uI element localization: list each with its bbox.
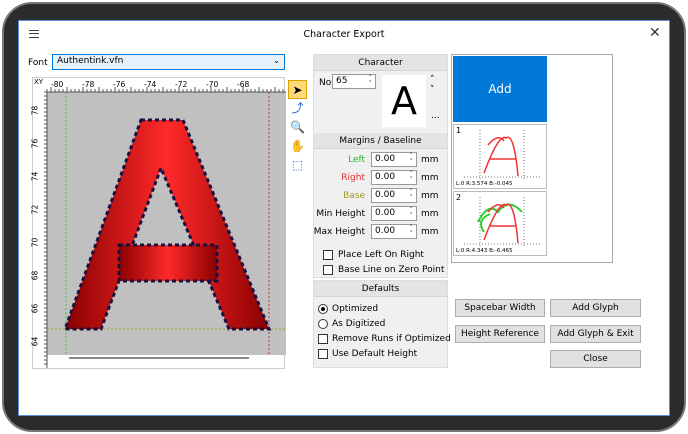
design-canvas[interactable]: XY -80 -78 -76 -74 -72 -70 -68 78 76 74 72 70 68 66 64 [30, 77, 286, 369]
font-value: Authentink.vfn [57, 56, 124, 66]
radio-label: Optimized [332, 304, 379, 314]
font-select[interactable]: Authentink.vfn ⌄ [52, 54, 285, 70]
base-input[interactable]: 0.00 ˄ ˅ [371, 188, 417, 203]
radio-item[interactable]: As Digitized [318, 319, 385, 329]
zoom-icon[interactable]: 🔍 [288, 118, 307, 137]
unit-label: mm [421, 155, 439, 165]
field-value: 0.00 [375, 226, 396, 236]
glyph-metrics: L:0 R:4.343 B:-6.465 [456, 248, 513, 254]
height-reference-button[interactable]: Height Reference [455, 325, 545, 343]
char-preview: A [382, 75, 426, 127]
window-title: Character Export [303, 29, 385, 40]
character-header: Character [314, 55, 447, 71]
glyph-thumbnail[interactable]: 2 L:0 R:4.343 B:-6.465 [453, 191, 547, 256]
min-height-label: Min Height [316, 209, 365, 219]
glyph-thumbnail[interactable]: 1 L:0 R:3.574 B:-0.045 [453, 124, 547, 189]
unit-label: mm [421, 209, 439, 219]
checkbox-label: Use Default Height [332, 349, 418, 359]
ruler-y-label: 76 [30, 138, 40, 149]
ruler-y-label: 70 [30, 237, 40, 248]
field-value: 0.00 [375, 154, 396, 164]
ruler-y-label: 64 [30, 336, 40, 347]
node-edit-icon[interactable]: ⤴ [288, 99, 307, 118]
char-no-input[interactable]: 65 ˄ ˅ [332, 74, 376, 89]
pointer-icon[interactable]: ➤ [288, 80, 307, 99]
char-up-down[interactable]: ˄ ˅ [430, 75, 435, 95]
radio-label: As Digitized [332, 319, 386, 329]
radio[interactable] [318, 304, 328, 314]
checkbox[interactable] [318, 349, 328, 359]
char-no-value: 65 [336, 76, 348, 86]
radio[interactable] [318, 319, 328, 329]
field-value: 0.00 [375, 190, 396, 200]
ruler-x-label: -70 [206, 80, 219, 89]
max-height-label: Max Height [313, 227, 365, 237]
checkbox[interactable] [323, 250, 333, 260]
canvas-svg [44, 87, 286, 368]
unit-label: mm [421, 173, 439, 183]
right-input[interactable]: 0.00 ˄ ˅ [371, 170, 417, 185]
checkbox-item[interactable]: Remove Runs if Optimized [318, 334, 451, 344]
ruler-y-label: 66 [30, 303, 40, 314]
checkbox[interactable] [323, 265, 333, 275]
char-no-label: No [319, 78, 332, 88]
checkbox-label: Place Left On Right [338, 250, 424, 260]
ruler-y-label: 78 [30, 105, 40, 116]
pan-hand-icon[interactable]: ✋ [288, 137, 307, 156]
tool-column: ➤ ⤴ 🔍 ✋ ⬚ [288, 80, 307, 175]
horizontal-scrollbar[interactable] [69, 357, 249, 359]
base-label: Base [343, 191, 365, 201]
field-value: 0.00 [375, 172, 396, 182]
unit-label: mm [421, 227, 439, 237]
add-glyph-tile[interactable]: Add [453, 56, 547, 122]
chevron-down-icon: ⌄ [273, 56, 280, 65]
defaults-header: Defaults [314, 281, 447, 297]
ruler-y-label: 72 [30, 204, 40, 215]
select-region-icon[interactable]: ⬚ [288, 156, 307, 175]
add-glyph-exit-button[interactable]: Add Glyph & Exit [550, 325, 641, 343]
add-glyph-button[interactable]: Add Glyph [550, 299, 641, 317]
checkbox-label: Remove Runs if Optimized [332, 334, 451, 344]
defaults-panel: Defaults Optimized As Digitized Remove Run… [313, 280, 451, 368]
margins-header: Margins / Baseline [314, 133, 447, 149]
ruler-x-label: -76 [113, 80, 126, 89]
ruler-y-label: 74 [30, 171, 40, 182]
unit-label: mm [421, 191, 439, 201]
min-height-input[interactable]: 0.00 ˄ ˅ [371, 206, 417, 221]
checkbox-label: Base Line on Zero Point [338, 265, 445, 275]
ruler-x-label: -74 [144, 80, 157, 89]
ruler-y-label: 68 [30, 270, 40, 281]
checkbox-item[interactable]: Place Left On Right [323, 250, 424, 260]
add-tile-label: Add [488, 82, 512, 96]
ruler-x-label: -72 [175, 80, 188, 89]
checkbox-item[interactable]: Base Line on Zero Point [323, 265, 444, 275]
left-input[interactable]: 0.00 ˄ ˅ [371, 152, 417, 167]
max-height-input[interactable]: 0.00 ˄ ˅ [371, 224, 417, 239]
ruler-corner: XY [34, 78, 44, 86]
spacebar-width-button[interactable]: Spacebar Width [455, 299, 545, 317]
checkbox-item[interactable]: Use Default Height [318, 349, 417, 359]
left-label: Left [348, 155, 365, 165]
character-panel: Character No 65 ˄ ˅ A ˄ ˅ ... Margins / Bas… [313, 54, 448, 278]
field-value: 0.00 [375, 208, 396, 218]
glyph-list[interactable]: Add 1 L:0 R:3.574 B:-0.045 2 L:0 R:4.343… [451, 54, 613, 263]
font-label: Font [28, 58, 48, 68]
glyph-metrics: L:0 R:3.574 B:-0.045 [456, 181, 513, 187]
ruler-x-label: -80 [51, 80, 64, 89]
title-bar: Character Export ✕ [19, 21, 669, 47]
close-icon[interactable]: ✕ [649, 25, 661, 41]
more-button[interactable]: ... [431, 111, 440, 121]
close-button[interactable]: Close [550, 350, 641, 368]
ruler-x-label: -68 [237, 80, 250, 89]
radio-item[interactable]: Optimized [318, 304, 378, 314]
ruler-x-label: -78 [82, 80, 95, 89]
checkbox[interactable] [318, 334, 328, 344]
right-label: Right [341, 173, 365, 183]
